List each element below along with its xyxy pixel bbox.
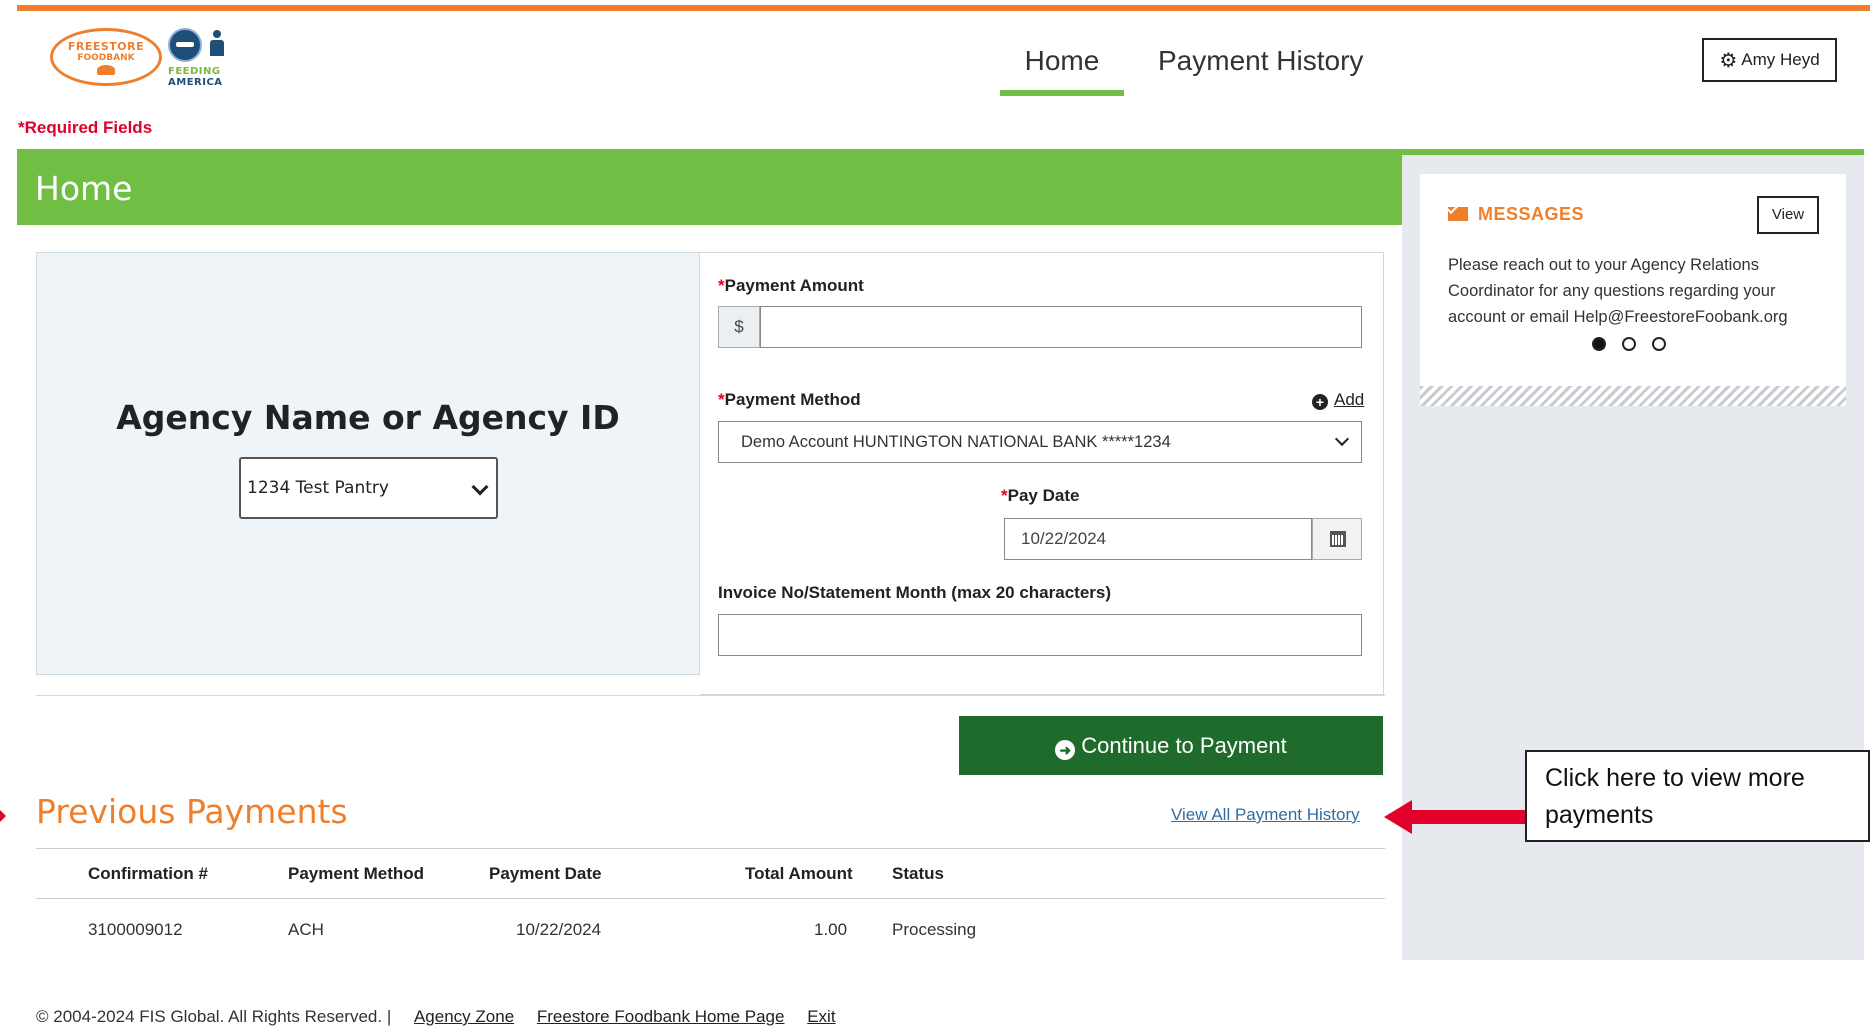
panel-bottom-divider: [36, 695, 1385, 696]
invoice-label: Invoice No/Statement Month (max 20 chara…: [718, 583, 1112, 602]
cell-total-amount: 1.00: [814, 920, 848, 939]
add-label: Add: [1334, 390, 1365, 409]
red-arrow-shaft: [1410, 810, 1526, 824]
calendar-icon: [1330, 531, 1346, 547]
required-marker: *: [18, 118, 25, 137]
currency-prefix: $: [718, 306, 760, 348]
freestore-logo: FREESTORE FOODBANK: [50, 28, 162, 86]
logo[interactable]: FREESTORE FOODBANK FEEDING AMERICA: [50, 24, 240, 92]
carousel-dot-3[interactable]: [1652, 337, 1666, 351]
view-all-payment-history-link[interactable]: View All Payment History: [1171, 805, 1360, 825]
pay-date-input[interactable]: 10/22/2024: [1004, 518, 1312, 560]
table-top-divider: [36, 848, 1385, 849]
messages-title-text: MESSAGES: [1478, 204, 1585, 224]
cell-payment-date: 10/22/2024: [516, 920, 602, 939]
footer: © 2004-2024 FIS Global. All Rights Reser…: [36, 1007, 836, 1027]
page-header: Home: [17, 149, 1402, 225]
messages-title: MESSAGES: [1448, 204, 1584, 225]
messages-view-button[interactable]: View: [1757, 196, 1819, 234]
arrow-right-circle-icon: ➜: [1055, 740, 1076, 760]
partner-logo-line-2: AMERICA: [168, 77, 223, 88]
cell-confirmation: 3100009012: [88, 920, 183, 939]
cell-status: Processing: [892, 920, 977, 939]
previous-payments-title: Previous Payments: [36, 792, 348, 831]
table-header-divider: [36, 898, 1385, 899]
required-fields-text: Required Fields: [24, 118, 153, 137]
payment-amount-label-text: Payment Amount: [724, 276, 864, 295]
footer-link-agency-zone[interactable]: Agency Zone: [414, 1007, 514, 1026]
messages-card-hatch: [1420, 386, 1846, 406]
annotation-callout: Click here to view more payments: [1525, 750, 1870, 842]
nav-tab-payment-history[interactable]: Payment History: [1158, 40, 1363, 90]
payment-amount-label: *Payment Amount: [718, 276, 864, 296]
payment-method-label: *Payment Method: [718, 390, 861, 410]
required-marker: *: [718, 276, 725, 295]
chevron-down-icon: [1334, 431, 1350, 447]
continue-label: Continue to Payment: [1081, 733, 1287, 758]
required-marker: *: [1001, 486, 1008, 505]
seal-icon: [168, 28, 202, 62]
payment-method-select[interactable]: Demo Account HUNTINGTON NATIONAL BANK **…: [718, 421, 1362, 463]
nav-tab-home[interactable]: Home: [1000, 40, 1124, 96]
required-fields-note: *Required Fields: [18, 118, 152, 138]
agency-select[interactable]: 1234 Test Pantry: [239, 457, 498, 519]
pay-date-label-text: Pay Date: [1007, 486, 1080, 505]
add-payment-method-link[interactable]: + Add: [1312, 390, 1364, 410]
continue-to-payment-button[interactable]: ➜ Continue to Payment: [959, 716, 1383, 775]
column-header-confirmation: Confirmation #: [88, 864, 208, 883]
arrow-pointer-icon: [0, 810, 6, 822]
carousel-dot-2[interactable]: [1622, 337, 1636, 351]
chevron-down-icon: [471, 478, 489, 496]
person-icon: [210, 30, 224, 56]
user-menu-button[interactable]: ⚙ Amy Heyd: [1702, 38, 1837, 82]
agency-selected-value: 1234 Test Pantry: [247, 478, 389, 498]
payment-method-label-text: Payment Method: [724, 390, 861, 409]
column-header-payment-date: Payment Date: [489, 864, 602, 883]
message-text: Please reach out to your Agency Relation…: [1448, 256, 1788, 326]
tree-icon: [97, 65, 115, 75]
carousel-dot-1[interactable]: [1592, 337, 1606, 351]
pay-date-label: *Pay Date: [1001, 486, 1079, 506]
message-carousel-dots: [1592, 336, 1682, 355]
column-header-status: Status: [892, 864, 944, 883]
logo-line-1: FREESTORE: [67, 40, 145, 53]
page-title: Home: [35, 169, 133, 208]
partner-logo-line-1: FEEDING: [168, 66, 221, 77]
column-header-payment-method: Payment Method: [288, 864, 425, 883]
envelope-icon: [1448, 207, 1468, 221]
top-accent-bar: [17, 5, 1870, 11]
footer-link-exit[interactable]: Exit: [807, 1007, 835, 1026]
date-picker-button[interactable]: [1312, 518, 1362, 560]
user-name: Amy Heyd: [1741, 50, 1820, 69]
cell-payment-method: ACH: [288, 920, 324, 939]
plus-circle-icon: +: [1312, 394, 1328, 410]
required-marker: *: [718, 390, 725, 409]
agency-label: Agency Name or Agency ID: [116, 398, 620, 437]
red-arrow-head-icon: [1384, 800, 1412, 834]
invoice-input[interactable]: [718, 614, 1362, 656]
footer-copyright: © 2004-2024 FIS Global. All Rights Reser…: [36, 1007, 392, 1026]
gear-icon: ⚙: [1719, 50, 1738, 72]
column-header-total-amount: Total Amount: [745, 864, 853, 883]
logo-line-2: FOODBANK: [77, 53, 135, 63]
footer-link-home-page[interactable]: Freestore Foodbank Home Page: [537, 1007, 785, 1026]
payment-method-selected: Demo Account HUNTINGTON NATIONAL BANK **…: [741, 433, 1171, 451]
payment-amount-input[interactable]: [760, 306, 1362, 348]
